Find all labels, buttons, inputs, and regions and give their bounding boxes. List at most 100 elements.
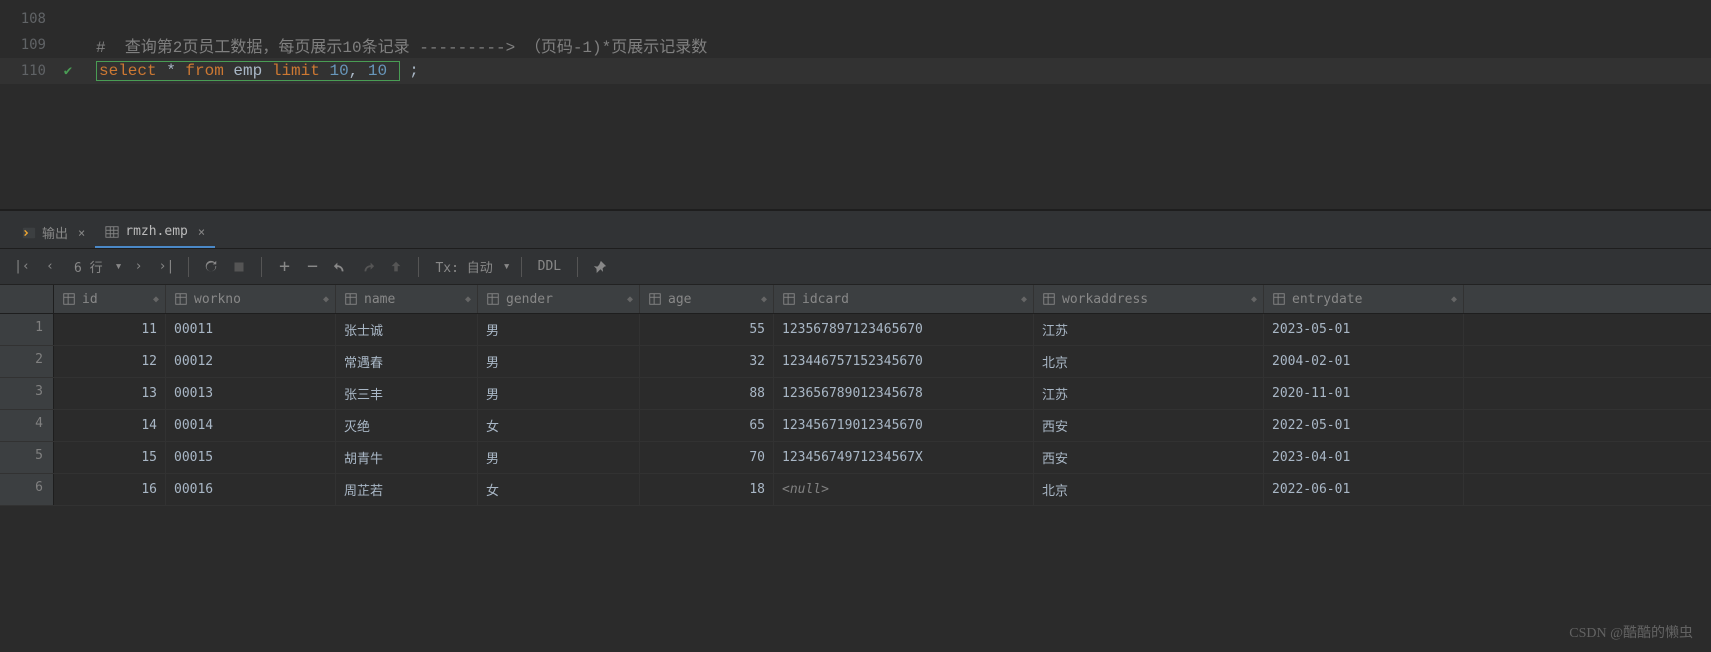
- table-row[interactable]: 61600016周芷若女18<null>北京2022-06-01: [0, 474, 1711, 506]
- code-content[interactable]: select * from emp limit 10, 10 ;: [80, 61, 419, 81]
- cell-name[interactable]: 张三丰: [336, 378, 478, 409]
- cell-age[interactable]: 70: [640, 442, 774, 473]
- cell-workno[interactable]: 00013: [166, 378, 336, 409]
- add-row-button[interactable]: +: [272, 255, 296, 279]
- first-page-button[interactable]: |‹: [10, 255, 34, 279]
- cell-id[interactable]: 12: [54, 346, 166, 377]
- tx-mode[interactable]: Tx: 自动: [429, 257, 498, 276]
- remove-row-button[interactable]: −: [300, 255, 324, 279]
- cell-idcard[interactable]: 123446757152345670: [774, 346, 1034, 377]
- sort-icon[interactable]: ◆: [323, 294, 329, 305]
- cell-idcard[interactable]: 12345674971234567X: [774, 442, 1034, 473]
- code-content[interactable]: # 查询第2页员工数据，每页展示10条记录 ---------> （页码-1)*…: [80, 33, 707, 57]
- sort-icon[interactable]: ◆: [1251, 294, 1257, 305]
- close-icon[interactable]: ×: [198, 225, 205, 239]
- cell-gender[interactable]: 男: [478, 442, 640, 473]
- cell-age[interactable]: 18: [640, 474, 774, 505]
- cell-idcard[interactable]: 123567897123465670: [774, 314, 1034, 345]
- table-row[interactable]: 41400014灭绝女65123456719012345670西安2022-05…: [0, 410, 1711, 442]
- cell-workaddress[interactable]: 西安: [1034, 410, 1264, 441]
- refresh-button[interactable]: [199, 255, 223, 279]
- table-row[interactable]: 31300013张三丰男88123656789012345678江苏2020-1…: [0, 378, 1711, 410]
- cell-idcard[interactable]: 123656789012345678: [774, 378, 1034, 409]
- cell-gender[interactable]: 男: [478, 346, 640, 377]
- cell-idcard[interactable]: <null>: [774, 474, 1034, 505]
- cell-gender[interactable]: 女: [478, 410, 640, 441]
- table-icon: [105, 225, 119, 239]
- result-tabs: 输出 × rmzh.emp ×: [0, 211, 1711, 249]
- column-header-idcard[interactable]: idcard◆: [774, 285, 1034, 313]
- sort-icon[interactable]: ◆: [627, 294, 633, 305]
- cell-age[interactable]: 88: [640, 378, 774, 409]
- cell-id[interactable]: 13: [54, 378, 166, 409]
- dropdown-icon[interactable]: ▾: [503, 259, 511, 274]
- cell-entrydate[interactable]: 2004-02-01: [1264, 346, 1464, 377]
- table-row[interactable]: 51500015胡青牛男7012345674971234567X西安2023-0…: [0, 442, 1711, 474]
- cell-workaddress[interactable]: 北京: [1034, 346, 1264, 377]
- cell-entrydate[interactable]: 2023-05-01: [1264, 314, 1464, 345]
- cell-name[interactable]: 周芷若: [336, 474, 478, 505]
- prev-page-button[interactable]: ‹: [38, 255, 62, 279]
- cell-entrydate[interactable]: 2023-04-01: [1264, 442, 1464, 473]
- watermark: CSDN @酷酷的懒虫: [1569, 622, 1693, 642]
- cell-workaddress[interactable]: 江苏: [1034, 378, 1264, 409]
- next-page-button[interactable]: ›: [126, 255, 150, 279]
- cell-entrydate[interactable]: 2022-06-01: [1264, 474, 1464, 505]
- sort-icon[interactable]: ◆: [465, 294, 471, 305]
- row-count: 6 行: [66, 257, 111, 276]
- sort-icon[interactable]: ◆: [153, 294, 159, 305]
- cell-workno[interactable]: 00012: [166, 346, 336, 377]
- column-header-workaddress[interactable]: workaddress◆: [1034, 285, 1264, 313]
- dropdown-icon[interactable]: ▾: [115, 259, 123, 274]
- sort-icon[interactable]: ◆: [1021, 294, 1027, 305]
- code-editor[interactable]: 108109# 查询第2页员工数据，每页展示10条记录 ---------> （…: [0, 0, 1711, 210]
- column-header-gender[interactable]: gender◆: [478, 285, 640, 313]
- console-icon: [22, 226, 36, 240]
- cell-id[interactable]: 15: [54, 442, 166, 473]
- cell-workaddress[interactable]: 北京: [1034, 474, 1264, 505]
- table-row[interactable]: 11100011张士诚男55123567897123465670江苏2023-0…: [0, 314, 1711, 346]
- cell-id[interactable]: 14: [54, 410, 166, 441]
- cell-id[interactable]: 16: [54, 474, 166, 505]
- cell-workno[interactable]: 00014: [166, 410, 336, 441]
- cell-workno[interactable]: 00016: [166, 474, 336, 505]
- column-header-age[interactable]: age◆: [640, 285, 774, 313]
- cell-name[interactable]: 胡青牛: [336, 442, 478, 473]
- cell-entrydate[interactable]: 2020-11-01: [1264, 378, 1464, 409]
- column-header-name[interactable]: name◆: [336, 285, 478, 313]
- cell-workno[interactable]: 00015: [166, 442, 336, 473]
- column-header-entrydate[interactable]: entrydate◆: [1264, 285, 1464, 313]
- cell-workaddress[interactable]: 西安: [1034, 442, 1264, 473]
- cell-workaddress[interactable]: 江苏: [1034, 314, 1264, 345]
- revert-button[interactable]: [328, 255, 352, 279]
- cell-gender[interactable]: 男: [478, 314, 640, 345]
- data-grid[interactable]: id◆workno◆name◆gender◆age◆idcard◆workadd…: [0, 285, 1711, 506]
- last-page-button[interactable]: ›|: [154, 255, 178, 279]
- table-row[interactable]: 21200012常遇春男32123446757152345670北京2004-0…: [0, 346, 1711, 378]
- submit-button[interactable]: [384, 255, 408, 279]
- column-icon: [344, 292, 358, 306]
- cell-id[interactable]: 11: [54, 314, 166, 345]
- cell-age[interactable]: 65: [640, 410, 774, 441]
- cell-gender[interactable]: 男: [478, 378, 640, 409]
- cell-age[interactable]: 55: [640, 314, 774, 345]
- cell-name[interactable]: 灭绝: [336, 410, 478, 441]
- cell-name[interactable]: 张士诚: [336, 314, 478, 345]
- cell-idcard[interactable]: 123456719012345670: [774, 410, 1034, 441]
- cell-workno[interactable]: 00011: [166, 314, 336, 345]
- tab-output[interactable]: 输出 ×: [12, 217, 95, 248]
- close-icon[interactable]: ×: [78, 226, 85, 240]
- sort-icon[interactable]: ◆: [761, 294, 767, 305]
- commit-button[interactable]: [356, 255, 380, 279]
- stop-button[interactable]: [227, 255, 251, 279]
- cell-name[interactable]: 常遇春: [336, 346, 478, 377]
- cell-age[interactable]: 32: [640, 346, 774, 377]
- column-header-workno[interactable]: workno◆: [166, 285, 336, 313]
- pin-button[interactable]: [588, 255, 612, 279]
- cell-entrydate[interactable]: 2022-05-01: [1264, 410, 1464, 441]
- column-header-id[interactable]: id◆: [54, 285, 166, 313]
- sort-icon[interactable]: ◆: [1451, 294, 1457, 305]
- cell-gender[interactable]: 女: [478, 474, 640, 505]
- ddl-button[interactable]: DDL: [532, 259, 567, 274]
- tab-result[interactable]: rmzh.emp ×: [95, 217, 215, 248]
